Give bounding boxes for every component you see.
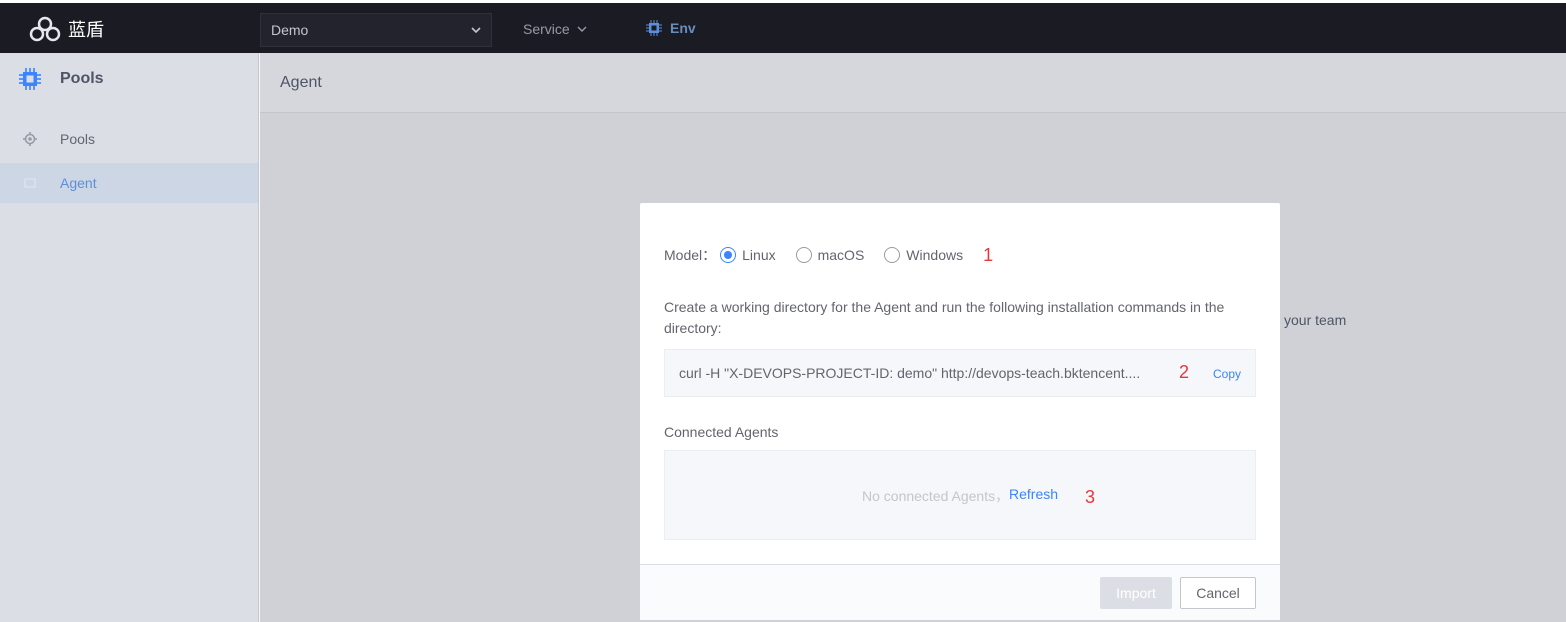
radio-indicator [720,247,737,263]
annotation-marker-3: 3 [1085,487,1096,507]
page-title: Agent [260,53,1566,113]
sidebar-header: Pools [0,53,258,105]
chip-icon [646,20,662,36]
env-nav-link[interactable]: Env [646,20,696,36]
radio-label: Windows [906,247,964,263]
install-instruction: Create a working directory for the Agent… [664,299,1225,336]
chevron-down-icon [577,26,587,32]
radio-windows[interactable]: Windows [884,247,963,263]
chevron-down-icon [471,27,481,34]
sidebar-item-agent[interactable]: Agent [0,163,258,203]
import-button[interactable]: Import [1100,577,1172,609]
project-select[interactable]: Demo [260,13,492,47]
connected-agents-title: Connected Agents [664,424,779,440]
model-label: Model： [664,247,717,263]
sidebar-item-label: Pools [60,131,96,147]
top-navigation-bar: 蓝盾 Demo Service Env [0,0,1566,53]
sidebar-title: Pools [60,70,104,87]
service-menu[interactable]: Service [523,21,588,37]
model-row: Model： Linux macOS Windows 1 [664,243,1256,267]
install-command-box: curl -H "X-DEVOPS-PROJECT-ID: demo" http… [664,349,1256,397]
service-menu-label: Service [523,21,570,37]
sidebar: Pools Pools Agent [0,53,259,622]
refresh-link[interactable]: Refresh [1009,486,1058,502]
project-select-value: Demo [271,22,309,38]
brand-name: 蓝盾 [68,20,104,41]
sidebar-item-pools[interactable]: Pools [0,119,258,159]
cancel-button[interactable]: Cancel [1180,577,1256,609]
agent-icon [24,178,36,188]
import-agent-dialog: Model： Linux macOS Windows 1 Create a wo… [640,203,1280,620]
empty-state-text: No connected Agents， [862,488,1010,504]
annotation-marker-1: 1 [983,244,994,265]
radio-linux[interactable]: Linux [720,247,776,263]
radio-macos[interactable]: macOS [795,247,865,263]
radio-label: Linux [742,247,776,263]
cloud-logo-icon [29,16,61,42]
env-nav-label: Env [670,20,696,36]
radio-indicator [795,247,812,263]
dialog-footer: Import Cancel [640,564,1280,620]
annotation-marker-2: 2 [1179,362,1190,382]
connected-agents-box: No connected Agents， Refresh 3 [664,450,1256,540]
install-command[interactable]: curl -H "X-DEVOPS-PROJECT-ID: demo" http… [679,365,1145,381]
logo[interactable]: 蓝盾 [28,15,104,43]
sidebar-item-label: Agent [60,175,97,191]
radio-label: macOS [817,247,865,263]
radio-indicator [884,247,901,263]
copy-button[interactable]: Copy [1213,367,1241,381]
background-text: your team [1284,312,1347,328]
chip-icon [19,68,41,90]
gear-icon [23,132,37,146]
